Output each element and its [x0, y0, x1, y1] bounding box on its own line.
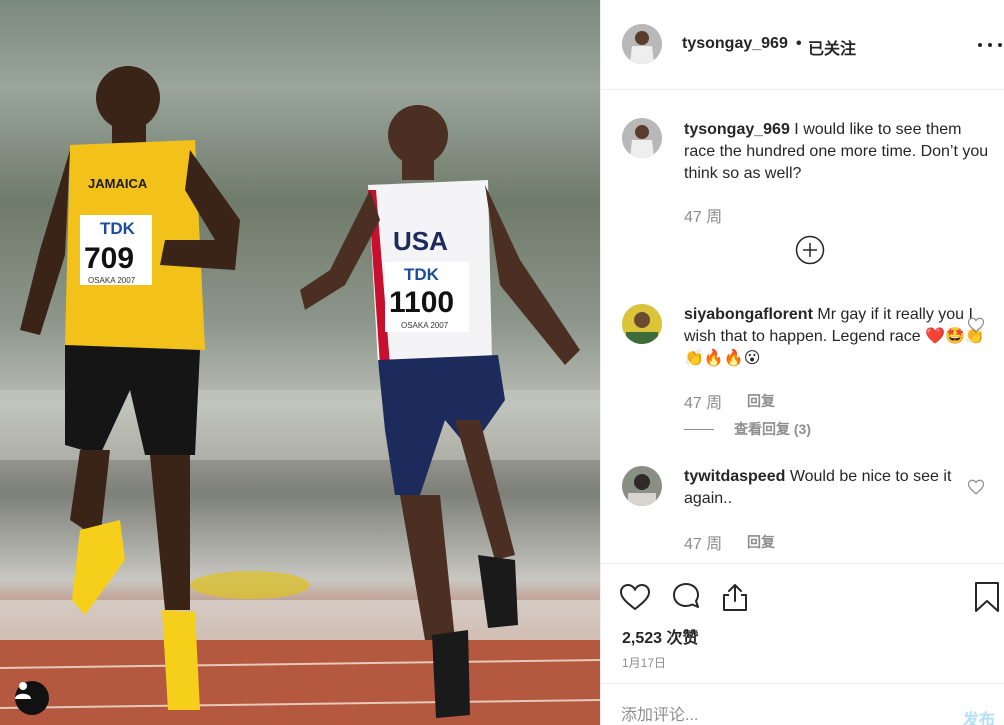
bookmark-icon[interactable]	[970, 580, 1004, 614]
caption-age[interactable]: 47 周	[684, 203, 722, 227]
post-comment-button[interactable]: 发布	[963, 706, 995, 725]
caption-avatar[interactable]	[622, 118, 662, 158]
tdk-logo-right: TDK	[404, 265, 440, 284]
usa-text: USA	[393, 226, 448, 256]
reply-button[interactable]: 回复	[747, 532, 775, 552]
comment-username[interactable]: tywitdaspeed	[684, 468, 785, 485]
comment-text: tywitdaspeed Would be nice to see it aga…	[684, 466, 989, 510]
comment-input[interactable]	[621, 704, 921, 725]
bib-left: 709	[84, 242, 134, 275]
author-avatar[interactable]	[622, 24, 662, 64]
comment-like-heart-icon[interactable]	[967, 316, 985, 334]
comment-age[interactable]: 47 周	[684, 389, 722, 413]
jamaica-text: JAMAICA	[88, 176, 148, 191]
header-separator: •	[796, 35, 802, 52]
share-icon[interactable]	[718, 580, 752, 614]
view-replies-label: 查看回复 (3)	[734, 421, 811, 437]
commenter-avatar[interactable]	[622, 304, 662, 344]
post-actions: 2,523 次赞 1月17日	[601, 563, 1004, 683]
post-date[interactable]: 1月17日	[622, 654, 666, 671]
comment-username[interactable]: siyabongaflorent	[684, 306, 813, 323]
add-comment-bar: 发布	[601, 683, 1004, 725]
comment-like-heart-icon[interactable]	[967, 478, 985, 496]
add-circle-icon[interactable]	[795, 235, 825, 265]
heart-icon[interactable]	[618, 580, 652, 614]
follow-status-button[interactable]: 已关注	[808, 35, 856, 59]
caption-text: tysongay_969 I would like to see them ra…	[684, 119, 989, 185]
post-side-panel: tysongay_969 • 已关注 tysongay_969 I would …	[600, 0, 1004, 725]
user-tag-icon[interactable]	[15, 681, 49, 715]
commenter-avatar[interactable]	[622, 466, 662, 506]
comment-text: siyabongaflorent Mr gay if it really you…	[684, 304, 989, 370]
post-photo[interactable]: JAMAICA TDK 709 OSAKA 2007 USA TDK 1100 …	[0, 0, 600, 725]
author-username[interactable]: tysongay_969	[682, 35, 788, 53]
bib-right-event: OSAKA 2007	[401, 321, 449, 330]
likes-count[interactable]: 2,523 次赞	[622, 624, 699, 648]
more-icon[interactable]	[978, 36, 1002, 54]
bib-left-event: OSAKA 2007	[88, 276, 136, 285]
reply-button[interactable]: 回复	[747, 391, 775, 411]
comment-icon[interactable]	[669, 580, 703, 614]
bib-right: 1100	[389, 286, 454, 319]
caption-username[interactable]: tysongay_969	[684, 121, 790, 138]
photo-illustration: JAMAICA TDK 709 OSAKA 2007 USA TDK 1100 …	[0, 66, 600, 725]
view-replies-button[interactable]: 查看回复 (3)	[684, 420, 811, 438]
tdk-logo-left: TDK	[100, 219, 136, 238]
view-replies-line	[684, 428, 714, 430]
post-header: tysongay_969 • 已关注	[601, 0, 1004, 90]
comment-age[interactable]: 47 周	[684, 530, 722, 554]
